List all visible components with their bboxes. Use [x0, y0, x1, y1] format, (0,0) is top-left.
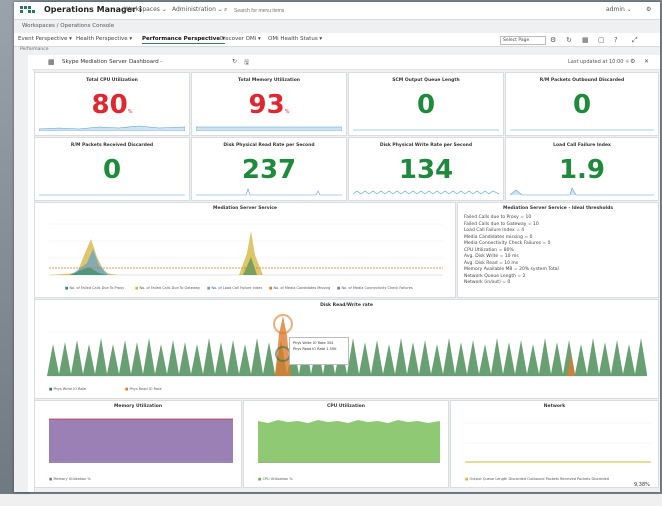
threshold-line: Network (in/out) = 0: [464, 280, 511, 285]
last-updated: Last updated at 10:00 ☼: [568, 59, 630, 65]
kpi-title: Disk Physical Read Rate per Second: [223, 143, 315, 148]
mediation-plot: [49, 223, 443, 276]
chart-title: Network: [543, 404, 566, 409]
workspaces-menu[interactable]: Workspaces ⌄: [124, 6, 167, 13]
legend-item: ■ No. of Failed Calls Due To Gateway: [135, 286, 201, 290]
panel-title: Mediation Server Service - Ideal thresho…: [502, 206, 613, 211]
kpi-sparkline: [510, 129, 654, 131]
legend-item: ■ Output Queue Length Discarded Outbound…: [465, 477, 609, 481]
mediation-server-chart[interactable]: Mediation Server Service ■ No. of Failed…: [34, 202, 456, 298]
kpi-value: 80%: [91, 90, 133, 120]
kpi-sparkline: [510, 187, 654, 196]
kpi-title: R/M Packets Outbound Discarded: [539, 78, 625, 83]
kpi-value: 0: [572, 90, 592, 120]
legend-item: ■ No. of Media Candidates Missing: [269, 286, 331, 290]
kpi-total-memory[interactable]: Total Memory Utilization 93%: [191, 72, 347, 136]
top-bar: Operations Manager i Workspaces ⌄ Admini…: [14, 2, 660, 20]
hpe-logo-icon: [20, 6, 40, 15]
tab-event-perspective[interactable]: Event Perspective ▾: [18, 36, 72, 42]
select-page-dropdown[interactable]: Select Page: [500, 36, 546, 45]
dashboard-header: ▦ Skype Mediation Server Dashboard - ↻ 🖫…: [32, 55, 660, 70]
kpi-disk-write-rate[interactable]: Disk Physical Write Rate per Second 134: [348, 137, 504, 201]
threshold-line: Media Connectivity Check Failures = 0: [464, 241, 551, 246]
user-menu[interactable]: admin ⌄: [606, 6, 632, 13]
kpi-sparkline: [196, 126, 342, 131]
chart-title: CPU Utilization: [327, 404, 365, 409]
application-window: Operations Manager i Workspaces ⌄ Admini…: [14, 2, 660, 492]
kpi-sparkline: [196, 188, 342, 196]
kpi-output-queue[interactable]: SCM Output Queue Length 0: [348, 72, 504, 136]
tab-omi-health-status[interactable]: OMi Health Status ▾: [268, 36, 322, 42]
legend-item: ■ Phys Write IO Rate: [49, 387, 87, 391]
thresholds-list: Failed Calls due to Proxy = 10 Failed Ca…: [464, 215, 559, 287]
cpu-plot: [258, 420, 440, 463]
search-input[interactable]: [232, 5, 326, 16]
help-icon[interactable]: ?: [614, 36, 618, 44]
kpi-value: 237: [241, 155, 297, 185]
tab-performance-perspective[interactable]: Performance Perspective ▾: [142, 36, 225, 44]
administration-menu[interactable]: Administration ⌄: [172, 6, 223, 13]
kpi-sparkline: [39, 125, 185, 131]
memory-utilization-chart[interactable]: Memory Utilization ■ Memory Utilization …: [34, 400, 242, 488]
mediation-thresholds-panel: Mediation Server Service - Ideal thresho…: [457, 202, 659, 298]
tooltip-line: Phys Write IO Rate 354: [293, 341, 334, 345]
search-icon: ⌕: [224, 6, 228, 13]
threshold-line: Memory Available MB = 20% system Total: [464, 267, 559, 272]
settings-icon[interactable]: ⚙: [550, 36, 556, 44]
window-icon[interactable]: ▢: [598, 36, 605, 44]
kpi-value: 1.9: [558, 155, 606, 185]
tab-health-perspective[interactable]: Health Perspective ▾: [76, 36, 132, 42]
kpi-title: Disk Physical Write Rate per Second: [379, 143, 473, 148]
network-plot: [465, 422, 651, 463]
chart-title: Memory Utilization: [113, 404, 163, 409]
legend-item: ■ Phys Read IO Rate: [125, 387, 162, 391]
background-bottom: [0, 494, 662, 506]
sub-header-title: Performance: [20, 47, 49, 52]
kpi-packets-received[interactable]: R/M Packets Received Discarded 0: [34, 137, 190, 201]
kpi-packets-outbound[interactable]: R/M Packets Outbound Discarded 0: [505, 72, 659, 136]
breadcrumb[interactable]: Workspaces / Operations Console: [22, 23, 114, 29]
cpu-utilization-chart[interactable]: CPU Utilization ■ CPU Utilization %: [243, 400, 449, 488]
chart-tooltip: Phys Write IO Rate 354 Phys Read IO Rate…: [289, 337, 349, 365]
kpi-value: 93%: [248, 90, 290, 120]
save-dashboard-icon[interactable]: 🖫: [244, 58, 249, 68]
kpi-title: SCM Output Queue Length: [392, 78, 460, 83]
legend-item: ■ CPU Utilization %: [258, 477, 293, 481]
kpi-value: 0: [416, 90, 436, 120]
kpi-title: R/M Packets Received Discarded: [70, 143, 154, 148]
kpi-value: 134: [398, 155, 454, 185]
chart-title: Disk Read/Write rate: [320, 303, 373, 308]
memory-plot: [49, 418, 233, 463]
perspective-tabs: Event Perspective ▾ Health Perspective ▾…: [14, 33, 660, 47]
network-chart[interactable]: Network ■ Output Queue Length Discarded …: [450, 400, 659, 488]
gear-icon[interactable]: ⚙: [646, 6, 651, 13]
kpi-sparkline: [353, 190, 499, 195]
tooltip-line: Phys Read IO Rate 1.55K: [293, 347, 337, 351]
legend-item: ■ Memory Utilization %: [49, 477, 91, 481]
dashboard-title: Skype Mediation Server Dashboard -: [62, 59, 163, 65]
tab-discover-omi[interactable]: Discover OMi ▾: [220, 36, 261, 42]
refresh-icon[interactable]: ↻: [566, 36, 572, 44]
kpi-sparkline: [353, 129, 499, 131]
kpi-title: Total CPU Utilization: [86, 78, 138, 83]
kpi-value: 0: [102, 155, 122, 185]
chart-title: Mediation Server Service: [213, 206, 277, 211]
kpi-disk-read-rate[interactable]: Disk Physical Read Rate per Second 237: [191, 137, 347, 201]
zoom-level: 9,38%: [634, 482, 650, 488]
expand-icon[interactable]: ⤢: [632, 36, 638, 45]
kpi-load-call-failure[interactable]: Load Call Failure Index 1.9: [505, 137, 659, 201]
grid-icon[interactable]: ▦: [582, 36, 589, 44]
kpi-sparkline: [39, 194, 185, 196]
legend-item: ■ No. of Media Connectivity Check Failur…: [337, 286, 413, 290]
kpi-title: Load Call Failure Index: [553, 143, 611, 148]
kpi-total-cpu[interactable]: Total CPU Utilization 80%: [34, 72, 190, 136]
sub-header: Performance: [14, 47, 660, 54]
legend-item: ■ No. of Load Call Failure Index: [207, 286, 263, 290]
dashboard-close-icon[interactable]: ✕: [644, 58, 649, 65]
dashboard-options-icon[interactable]: ⚙: [630, 58, 635, 65]
kpi-title: Total Memory Utilization: [238, 78, 300, 83]
refresh-dashboard-icon[interactable]: ↻: [232, 58, 237, 65]
dashboard-grid-icon[interactable]: ▦: [48, 58, 55, 66]
legend-item: ■ No. of Failed Calls Due To Proxy: [65, 286, 125, 290]
